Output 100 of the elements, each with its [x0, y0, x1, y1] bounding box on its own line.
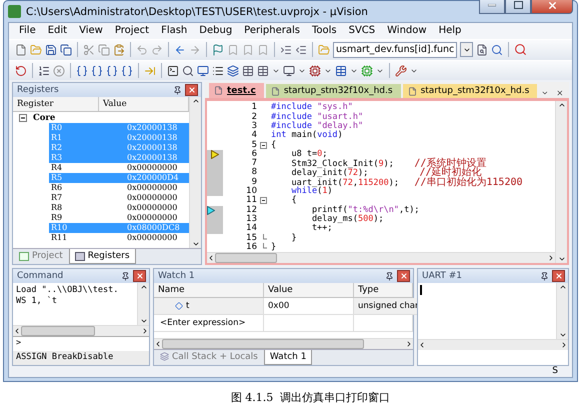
copy-icon[interactable]: [98, 44, 110, 56]
horizontal-scrollbar[interactable]: [154, 338, 413, 349]
scroll-left-icon[interactable]: [154, 340, 162, 348]
column-header[interactable]: Name: [154, 283, 264, 298]
indent-icon[interactable]: [280, 44, 292, 56]
watch-name-cell[interactable]: t: [154, 298, 264, 316]
collapse-icon[interactable]: [19, 114, 27, 122]
maximize-icon: [514, 1, 522, 9]
register-row[interactable]: R7 0x00000000: [49, 193, 189, 204]
vertical-scrollbar[interactable]: [189, 97, 201, 248]
code-line: int main(void): [271, 131, 344, 140]
file-search-icon[interactable]: [476, 44, 488, 56]
line-number: 15: [245, 234, 258, 243]
fold-toggle-icon[interactable]: [260, 197, 267, 204]
clipboard-icon[interactable]: [113, 44, 125, 56]
close-button[interactable]: [397, 270, 410, 282]
watch-value-cell[interactable]: 0x00: [264, 298, 354, 316]
table-icon[interactable]: [335, 64, 347, 76]
column-header[interactable]: Type: [354, 283, 413, 298]
scroll-right-icon[interactable]: [141, 326, 149, 335]
window-title: C:\Users\Administrator\Desktop\TEST\USER\test.uvprojx - µVision: [26, 6, 369, 18]
register-row[interactable]: R11 0x00000000: [49, 233, 189, 244]
line-number: 4: [250, 131, 258, 140]
new-expression-cell[interactable]: <Enter expression>: [154, 315, 264, 332]
register-row[interactable]: R8 0x00000000: [49, 203, 189, 214]
save-icon[interactable]: [45, 44, 57, 56]
back-arrow-icon[interactable]: [174, 44, 186, 56]
table-icon[interactable]: [257, 64, 269, 76]
editor-tab[interactable]: startup_stm32f10x_hd.s: [402, 84, 538, 98]
table-icon[interactable]: [242, 64, 254, 76]
flag-icon[interactable]: [212, 44, 224, 56]
scroll-left-icon[interactable]: [207, 254, 215, 262]
outdent-icon[interactable]: [295, 44, 307, 56]
horizontal-scrollbar[interactable]: [13, 324, 149, 336]
panel-tab[interactable]: Watch 1: [264, 350, 312, 365]
horizontal-scrollbar[interactable]: [418, 338, 568, 350]
panel-tab[interactable]: Project: [13, 249, 69, 264]
register-row[interactable]: R9 0x00000000: [49, 213, 189, 224]
panel-tab[interactable]: Call Stack + Locals: [154, 350, 264, 365]
menu-item[interactable]: Tools: [306, 25, 343, 36]
vertical-scrollbar[interactable]: [137, 283, 149, 325]
layers-icon[interactable]: [227, 64, 239, 76]
scroll-right-icon[interactable]: [405, 340, 413, 348]
vertical-scrollbar[interactable]: [555, 101, 567, 264]
close-button[interactable]: [133, 270, 146, 282]
scrollbar-thumb[interactable]: [21, 326, 95, 336]
column-header[interactable]: Value: [264, 283, 354, 298]
scroll-right-icon[interactable]: [547, 254, 555, 262]
pin-icon[interactable]: [540, 272, 549, 281]
debug-search-icon[interactable]: [514, 43, 527, 56]
dropdown-button[interactable]: [460, 42, 473, 58]
code-line: #include "sys.h": [271, 103, 354, 112]
scroll-left-icon[interactable]: [418, 340, 426, 349]
panel-tab[interactable]: Registers: [68, 249, 136, 264]
menu-item[interactable]: Debug: [193, 25, 238, 36]
register-row[interactable]: R6 0x00000000: [49, 183, 189, 194]
menu-item[interactable]: View: [73, 25, 109, 36]
close-button[interactable]: [185, 84, 198, 96]
menu-item[interactable]: Help: [432, 25, 468, 36]
scroll-right-icon[interactable]: [560, 340, 568, 349]
reset-icon[interactable]: [15, 64, 27, 76]
wrench-icon[interactable]: [395, 64, 407, 76]
register-row[interactable]: R4 0x00000000: [49, 163, 189, 174]
menu-item[interactable]: Flash: [155, 25, 194, 36]
menu-item[interactable]: File: [13, 25, 42, 36]
terminal-icon[interactable]: [167, 64, 179, 76]
column-header[interactable]: Value: [99, 97, 189, 112]
editor-tab[interactable]: test.c: [209, 83, 264, 98]
find-field[interactable]: usmart_dev.funs[id].func: [333, 42, 457, 58]
code-line: delay_init(72); //延时初始化: [290, 168, 482, 178]
vertical-scrollbar[interactable]: [556, 283, 568, 339]
horizontal-scrollbar[interactable]: [207, 252, 555, 264]
list-icon[interactable]: [38, 64, 50, 76]
monitor-icon[interactable]: [197, 64, 209, 76]
menu-item[interactable]: Window: [381, 25, 433, 36]
pin-icon[interactable]: [121, 272, 130, 281]
menu-item[interactable]: Peripherals: [238, 25, 306, 36]
tree-group-label[interactable]: Core: [33, 112, 56, 123]
scissors-icon[interactable]: [83, 44, 95, 56]
close-button[interactable]: [552, 270, 565, 282]
scrollbar-thumb[interactable]: [215, 253, 277, 264]
menu-item[interactable]: SVCS: [342, 25, 382, 36]
close-button[interactable]: [531, 0, 573, 14]
scroll-left-icon[interactable]: [13, 326, 21, 335]
close-icon[interactable]: [556, 88, 564, 98]
menu-item[interactable]: Edit: [42, 25, 74, 36]
search-icon[interactable]: [491, 44, 503, 56]
pin-icon[interactable]: [173, 86, 182, 95]
scrollbar-thumb[interactable]: [162, 338, 364, 349]
menu-item[interactable]: Project: [108, 25, 156, 36]
fold-toggle-icon[interactable]: [260, 142, 267, 149]
magnifier-icon[interactable]: [182, 64, 194, 76]
monitor-icon[interactable]: [283, 64, 295, 76]
new-file-icon[interactable]: [15, 44, 27, 56]
maximize-button[interactable]: [505, 0, 531, 14]
column-header[interactable]: Register: [13, 97, 99, 112]
chip-icon[interactable]: [309, 64, 321, 76]
minimize-button[interactable]: [479, 0, 505, 14]
editor-tab[interactable]: startup_stm32f10x_hd.s: [266, 84, 401, 98]
pin-icon[interactable]: [385, 272, 394, 281]
